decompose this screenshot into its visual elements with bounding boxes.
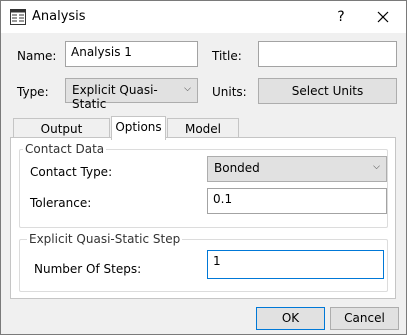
name-label: Name: (17, 49, 57, 63)
tolerance-input[interactable]: 0.1 (207, 188, 387, 214)
analysis-dialog: Analysis ? Name: Analysis 1 Title: Type:… (0, 0, 407, 335)
contact-type-label: Contact Type: (30, 165, 113, 179)
tolerance-label: Tolerance: (30, 196, 92, 210)
type-label: Type: (17, 85, 49, 99)
close-button[interactable] (371, 6, 395, 28)
help-button[interactable]: ? (331, 6, 351, 28)
number-of-steps-label: Number Of Steps: (34, 262, 142, 276)
type-dropdown-value: Explicit Quasi-Static (72, 83, 158, 111)
options-panel: Contact Data Contact Type: Bonded ⌵ Tole… (10, 137, 396, 299)
title-input[interactable] (258, 41, 397, 67)
tab-options[interactable]: Options (111, 116, 166, 140)
contact-data-title: Contact Data (23, 142, 107, 156)
contact-type-dropdown[interactable]: Bonded ⌵ (207, 156, 387, 182)
explicit-step-title: Explicit Quasi-Static Step (27, 232, 183, 246)
title-label: Title: (212, 49, 242, 63)
select-units-button[interactable]: Select Units (258, 78, 397, 104)
window-title: Analysis (32, 9, 86, 24)
number-of-steps-input[interactable]: 1 (207, 250, 384, 279)
title-bar: Analysis ? (1, 1, 406, 33)
cancel-button[interactable]: Cancel (330, 307, 399, 330)
contact-type-value: Bonded (214, 161, 260, 175)
close-icon (377, 11, 389, 23)
ok-button[interactable]: OK (256, 307, 325, 330)
type-dropdown[interactable]: Explicit Quasi-Static ⌵ (65, 78, 198, 111)
chevron-down-icon: ⌵ (184, 84, 191, 94)
chevron-down-icon: ⌵ (373, 162, 380, 172)
name-input[interactable]: Analysis 1 (65, 41, 198, 67)
units-label: Units: (212, 85, 247, 99)
dialog-grid-icon (10, 9, 26, 25)
